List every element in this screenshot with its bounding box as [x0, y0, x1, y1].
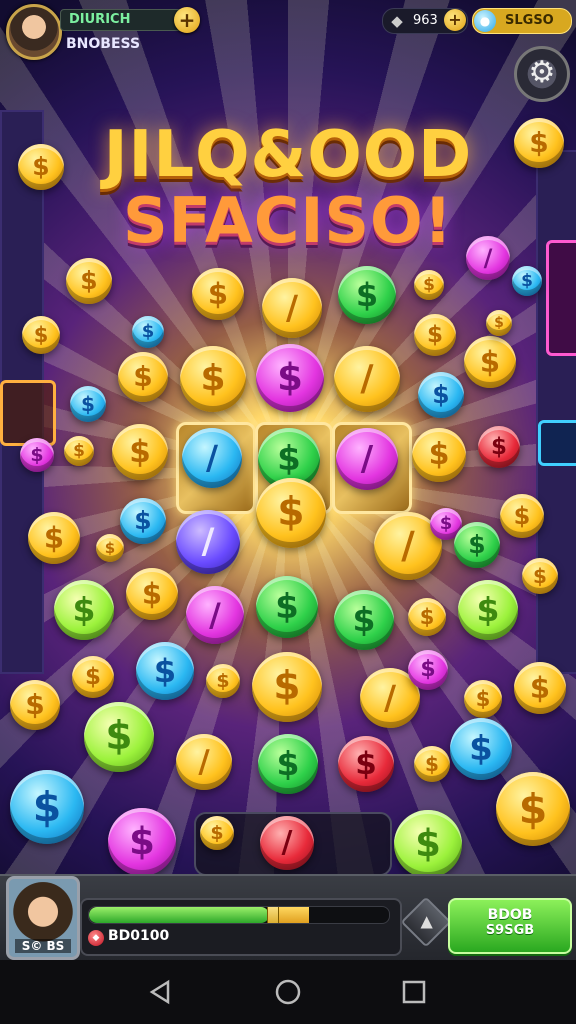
gold-coin: /: [176, 734, 232, 790]
ruby-icon: ◆: [88, 930, 104, 946]
gold-coin: $: [412, 428, 466, 482]
gold-coin: $: [414, 270, 444, 300]
lime-coin: $: [394, 810, 462, 878]
gold-coin: $: [64, 436, 94, 466]
gear-icon[interactable]: ⚙: [514, 46, 570, 102]
green-coin: $: [454, 522, 500, 568]
title-line-1: JILQ&OOD: [103, 118, 473, 192]
blue-coin: $: [70, 386, 106, 422]
gold-coin: $: [180, 346, 246, 412]
back-triangle-icon[interactable]: [146, 978, 174, 1006]
green-coin: $: [256, 576, 318, 638]
gold-coin: $: [118, 352, 168, 402]
home-circle-icon[interactable]: [274, 978, 302, 1006]
green-coin: $: [338, 266, 396, 324]
gold-coin: $: [22, 316, 60, 354]
red-coin: $: [338, 736, 394, 792]
coin-icon: ●: [474, 10, 496, 32]
neon-sign-right: [546, 240, 576, 356]
coin-value: SLGSO: [505, 13, 554, 28]
gold-coin: $: [496, 772, 570, 846]
play-button-line2: S9SGB: [485, 923, 535, 938]
blue-coin: $: [418, 372, 464, 418]
gold-coin: $: [10, 680, 60, 730]
gold-coin: /: [334, 346, 400, 412]
progress-bonus: [277, 907, 309, 923]
progress-bar: [88, 906, 390, 924]
neon-sign-blue: [538, 420, 576, 466]
blue-coin: $: [120, 498, 166, 544]
gold-coin: $: [126, 568, 178, 620]
gold-coin: $: [514, 662, 566, 714]
red-coin: /: [260, 816, 314, 870]
pink-coin: $: [20, 438, 54, 472]
player-name: DIURICH: [60, 9, 190, 31]
gold-coin: $: [486, 310, 512, 336]
game-scene: $ $ $ $ / $ $ / $ $ $ $ $ $ / $ $ $ $ $ $ $ $ / $ / $ $ $ $ $ / / $ $ $ $ $ $ $…: [0, 0, 576, 960]
plus-icon[interactable]: +: [174, 7, 200, 33]
gold-coin: $: [414, 746, 450, 782]
gold-coin: $: [464, 336, 516, 388]
pink-coin: $: [408, 650, 448, 690]
gold-coin: $: [28, 512, 80, 564]
pink-coin: $: [256, 344, 324, 412]
blue-coin: $: [512, 266, 542, 296]
gold-coin: $: [96, 534, 124, 562]
blue-coin: $: [136, 642, 194, 700]
purple-coin: /: [176, 510, 240, 574]
blue-coin: $: [132, 316, 164, 348]
player-subtitle: BNOBESS: [66, 36, 141, 52]
pink-coin: /: [186, 586, 244, 644]
gold-coin: $: [408, 598, 446, 636]
recents-square-icon[interactable]: [400, 978, 428, 1006]
gem-icon: ◆: [391, 12, 403, 30]
profile-avatar[interactable]: S© BS: [6, 876, 80, 960]
currency-value: BD0100: [108, 928, 170, 944]
gold-coin: $: [256, 478, 326, 548]
gold-coin: /: [262, 278, 322, 338]
blue-coin: $: [450, 718, 512, 780]
title-line-2: SFACISO!: [122, 184, 454, 257]
red-coin: $: [478, 426, 520, 468]
arrow-up-icon: ▲: [420, 911, 433, 931]
coin-counter: ● SLGSO: [472, 8, 572, 34]
lime-coin: $: [54, 580, 114, 640]
lime-coin: $: [458, 580, 518, 640]
gold-coin: $: [252, 652, 322, 722]
gold-coin: $: [200, 816, 234, 850]
gold-coin: $: [66, 258, 112, 304]
gold-coin: $: [112, 424, 168, 480]
arrow-up-button[interactable]: ▲: [400, 896, 452, 948]
neon-sign-left: [0, 380, 56, 446]
gold-coin: $: [72, 656, 114, 698]
play-button-line1: BDOB: [487, 907, 533, 923]
system-nav-bar: [0, 960, 576, 1024]
pink-coin: /: [336, 428, 398, 490]
gold-coin: $: [500, 494, 544, 538]
pink-coin: $: [108, 808, 176, 876]
gold-coin: $: [414, 314, 456, 356]
avatar-label: S© BS: [15, 939, 71, 953]
player-avatar[interactable]: [6, 4, 62, 60]
blue-coin: /: [182, 428, 242, 488]
gold-coin: $: [206, 664, 240, 698]
progress-handle[interactable]: [267, 907, 279, 923]
play-button[interactable]: BDOB S9SGB: [448, 898, 572, 954]
progress-fill: [89, 907, 269, 923]
lime-coin: $: [84, 702, 154, 772]
gold-coin: $: [522, 558, 558, 594]
progress-panel: ◆ BD0100: [80, 898, 402, 956]
gold-coin: $: [192, 268, 244, 320]
blue-coin: $: [10, 770, 84, 844]
gem-value: 963: [413, 13, 438, 28]
plus-icon[interactable]: +: [444, 9, 466, 31]
bottom-hud: S© BS ◆ BD0100 ▲ BDOB S9SGB: [0, 874, 576, 962]
green-coin: $: [258, 734, 318, 794]
green-coin: $: [334, 590, 394, 650]
gold-coin: $: [464, 680, 502, 718]
